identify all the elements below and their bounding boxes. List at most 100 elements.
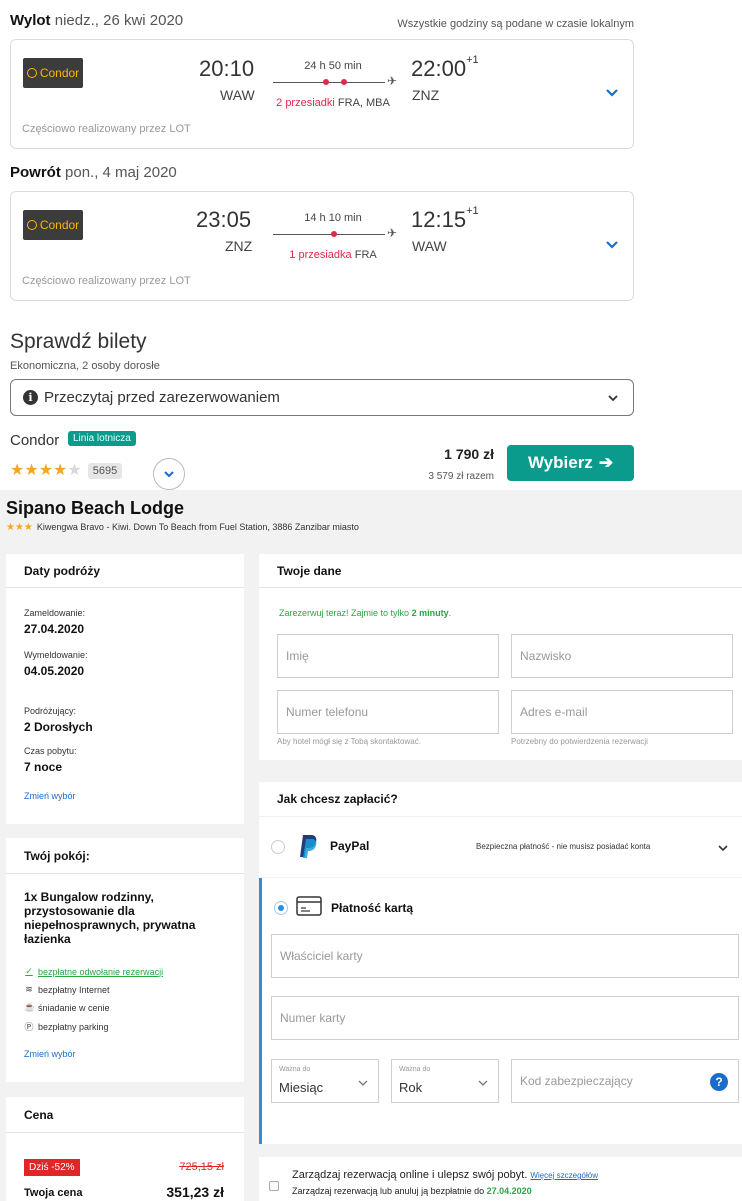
price-panel: Cena Dziś -52% 725,15 zł Twoja cena 351,… [6, 1097, 244, 1201]
manage-reservation-checkbox[interactable] [269, 1181, 279, 1191]
inbound-route-line: ✈ [273, 226, 397, 240]
card-payment-option[interactable]: Płatność kartą Właściciel karty Numer ka… [259, 878, 742, 1144]
check-icon: ✓ [25, 966, 33, 976]
inbound-stops: 1 przesiadka FRA [289, 249, 377, 261]
discount-badge: Dziś -52% [24, 1159, 80, 1176]
condor-logo: Condor [23, 58, 83, 88]
chevron-down-icon [478, 1080, 488, 1086]
star-icon: ★ [10, 462, 25, 479]
outbound-title: Wylot niedz., 26 kwi 2020 [10, 12, 184, 29]
star-icon: ★ [24, 462, 39, 479]
hotel-section: Sipano Beach Lodge ★★★ Kiwengwa Bravo - K… [0, 490, 742, 1201]
wifi-icon: ≋ [25, 984, 33, 994]
chevron-down-icon [358, 1080, 368, 1086]
outbound-stops: 2 przesiadki FRA, MBA [276, 97, 390, 109]
amenity-item[interactable]: ✓ bezpłatne odwołanie rezerwacji [24, 966, 163, 977]
more-details-link[interactable]: Więcej szczegółów [530, 1171, 598, 1180]
email-hint: Potrzebny do potwierdzenia rezerwacji [511, 737, 648, 746]
old-price: 725,15 zł [179, 1161, 224, 1173]
chevron-down-icon [608, 395, 618, 402]
inbound-duration: 14 h 10 min [304, 212, 362, 224]
change-dates-link[interactable]: Zmień wybór [24, 791, 76, 801]
plane-icon: ✈ [387, 226, 398, 240]
chevron-down-icon [164, 471, 174, 478]
arrow-right-icon: ➔ [598, 453, 614, 472]
star-icon: ★ [53, 462, 68, 479]
amenity-item: ☕ śniadanie w cenie [24, 1002, 110, 1013]
security-code-field[interactable]: Kod zabezpieczający ? [511, 1059, 739, 1103]
review-count: 5695 [87, 463, 123, 479]
plane-icon: ✈ [387, 74, 398, 88]
checkout-date: 04.05.2020 [24, 664, 85, 678]
parking-icon: Ⓟ [24, 1022, 34, 1032]
panel-title: Cena [6, 1097, 244, 1133]
email-field[interactable]: Adres e-mail [511, 690, 733, 734]
travelers-label: Podróżujący: [24, 706, 77, 716]
chevron-down-icon[interactable] [718, 843, 728, 853]
tickets-title: Sprawdź bilety [10, 330, 147, 353]
outbound-route-line: ✈ [273, 74, 397, 88]
timezone-note: Wszystkie godziny są podane w czasie lok… [397, 18, 634, 30]
star-icon: ★ [67, 462, 82, 479]
ticket-price-total: 3 579 zł razem [428, 471, 494, 482]
outbound-duration: 24 h 50 min [304, 60, 362, 72]
your-price-label: Twoja cena [24, 1187, 83, 1199]
inbound-title: Powrót pon., 4 maj 2020 [10, 164, 177, 181]
tickets-subtitle: Ekonomiczna, 2 osoby dorosłe [10, 360, 160, 372]
help-icon[interactable]: ? [710, 1073, 728, 1091]
manage-line-2: Zarządzaj rezerwacją lub anuluj ją bezpł… [292, 1186, 532, 1196]
phone-field[interactable]: Numer telefonu [277, 690, 499, 734]
change-room-link[interactable]: Zmień wybór [24, 1049, 76, 1059]
panel-title: Twój pokój: [6, 838, 244, 874]
inbound-arrival-code: WAW [412, 238, 447, 254]
first-name-field[interactable]: Imię [277, 634, 499, 678]
room-name: 1x Bungalow rodzinny, przystosowanie dla… [24, 890, 196, 946]
checkin-date: 27.04.2020 [24, 622, 85, 636]
credit-card-icon [296, 896, 322, 916]
ticket-price: 1 790 zł [444, 446, 494, 462]
paypal-option[interactable]: PayPal Bezpieczna płatność - nie musisz … [259, 817, 742, 877]
travelers-value: 2 Dorosłych [24, 720, 93, 734]
card-holder-field[interactable]: Właściciel karty [271, 934, 739, 978]
stop-dot [341, 79, 347, 85]
expiry-year-select[interactable]: Ważna do Rok [391, 1059, 499, 1103]
manage-line-1: Zarządzaj rezerwacją online i ulepsz swó… [292, 1169, 598, 1181]
stay-value: 7 noce [24, 760, 63, 774]
condor-logo: Condor [23, 210, 83, 240]
hotel-name: Sipano Beach Lodge [6, 498, 185, 518]
inbound-departure-code: ZNZ [225, 238, 253, 254]
airline-badge: Linia lotnicza [68, 431, 136, 446]
outbound-departure-time: 20:10 [199, 56, 255, 81]
outbound-operated-by: Częściowo realizowany przez LOT [22, 123, 191, 135]
hotel-address: ★★★ Kiwengwa Bravo - Kiwi. Down To Beach … [6, 522, 359, 533]
phone-hint: Aby hotel mógł się z Tobą skontaktować. [277, 737, 421, 746]
choose-button[interactable]: Wybierz ➔ [507, 445, 634, 481]
payment-header: Jak chcesz zapłacić? [259, 782, 742, 816]
paypal-icon [300, 835, 317, 858]
panel-title: Jak chcesz zapłacić? [277, 792, 398, 806]
stay-label: Czas pobytu: [24, 746, 77, 756]
inbound-flight-card[interactable]: Condor 23:05 ZNZ 14 h 10 min ✈ 1 przesia… [10, 191, 634, 301]
stop-dot [323, 79, 329, 85]
last-name-field[interactable]: Nazwisko [511, 634, 733, 678]
card-number-field[interactable]: Numer karty [271, 996, 739, 1040]
star-icon: ★ [38, 462, 54, 479]
chevron-down-icon[interactable] [605, 238, 619, 252]
chevron-down-icon[interactable] [605, 86, 619, 100]
manage-reservation-option: Zarządzaj rezerwacją online i ulepsz swó… [259, 1157, 742, 1201]
panel-title: Daty podróży [6, 554, 244, 588]
read-before-booking-dropdown[interactable]: i Przeczytaj przed zarezerwowaniem [10, 379, 634, 416]
checkout-label: Wymeldowanie: [24, 650, 88, 660]
travel-dates-panel: Daty podróży Zameldowanie: 27.04.2020 Wy… [6, 554, 244, 824]
info-icon: i [23, 390, 38, 405]
airline-name: Condor [10, 432, 60, 449]
paypal-radio[interactable] [271, 840, 285, 854]
card-label: Płatność kartą [331, 901, 414, 915]
outbound-departure-code: WAW [220, 87, 255, 103]
card-radio[interactable] [274, 901, 288, 915]
expand-reviews-button[interactable] [153, 458, 185, 490]
expiry-month-select[interactable]: Ważna do Miesiąc [271, 1059, 379, 1103]
amenity-item: Ⓟbezpłatny parking [24, 1021, 109, 1033]
outbound-flight-card[interactable]: Condor 20:10 WAW 24 h 50 min ✈ 2 przesia… [10, 39, 634, 149]
flight-section: Wylot niedz., 26 kwi 2020 Wszystkie godz… [0, 0, 742, 490]
